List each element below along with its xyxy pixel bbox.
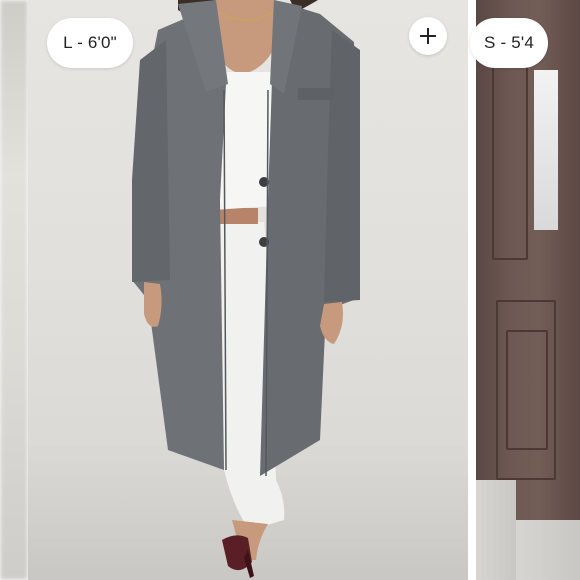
coat-left-sleeve <box>132 40 170 282</box>
carousel-track[interactable]: L - 6'0" <box>28 0 580 580</box>
size-badge: S - 5'4 <box>470 18 548 68</box>
door-panel <box>506 330 548 450</box>
door-panel <box>492 40 528 260</box>
window-glass <box>534 70 558 230</box>
image-carousel[interactable]: L - 6'0" S - 5'4 <box>0 0 580 580</box>
previous-slide-edge <box>0 0 28 580</box>
model-photo <box>132 0 360 578</box>
sidewalk <box>516 520 580 580</box>
size-badge: L - 6'0" <box>47 18 133 68</box>
stone-wall <box>476 480 516 580</box>
size-badge-label: S - 5'4 <box>484 33 535 52</box>
plus-icon <box>420 28 436 44</box>
carousel-slide-1[interactable]: L - 6'0" <box>28 0 468 580</box>
size-badge-label: L - 6'0" <box>63 33 117 52</box>
add-button[interactable] <box>409 17 447 55</box>
carousel-slide-2[interactable] <box>476 0 580 580</box>
